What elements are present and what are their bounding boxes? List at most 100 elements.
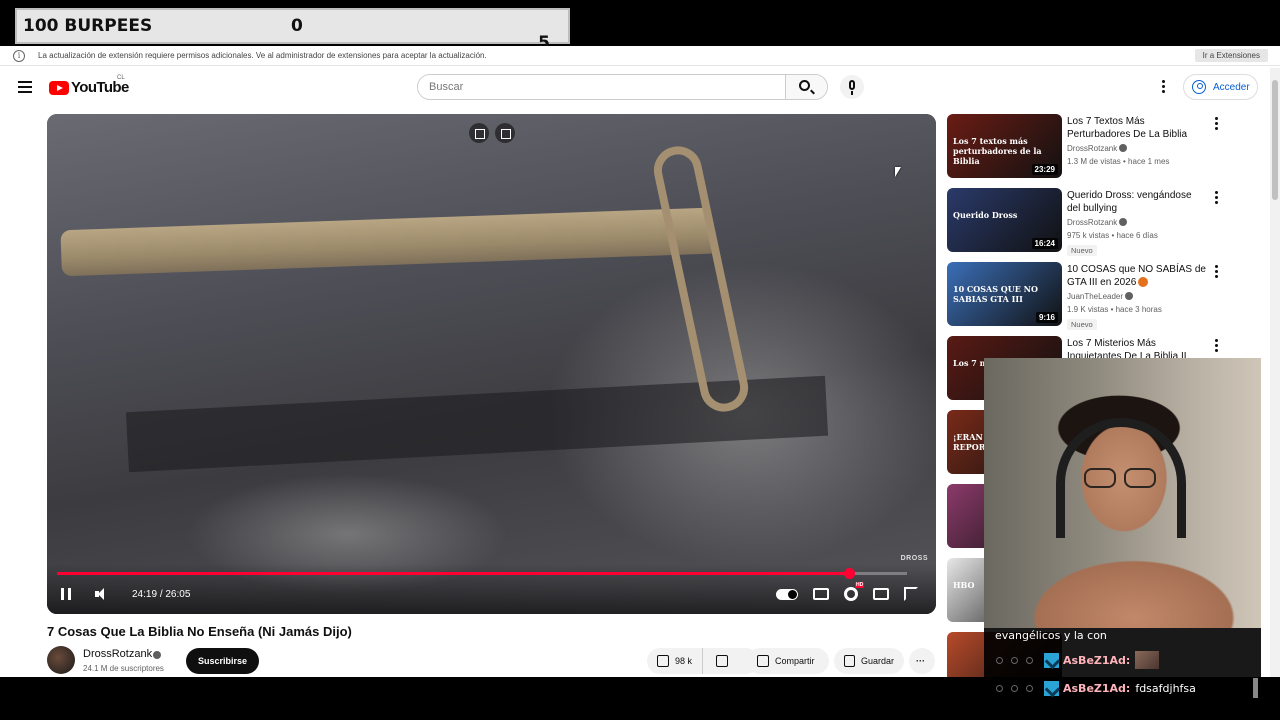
more-options-icon[interactable] [1215,117,1219,132]
related-video-item[interactable]: Querido Dross 16:24 Querido Dross: vengánd… [947,188,1227,262]
mod-delete-icon[interactable] [1026,656,1033,664]
related-video-item[interactable]: Los 7 textos más perturbadores de la Bib… [947,114,1227,188]
verified-icon [1119,144,1128,152]
related-video-meta: 1.3 M de vistas • hace 1 mes [1067,157,1170,166]
video-player[interactable]: DROSS 24:19 / 26:05 [47,114,936,614]
fullscreen-icon[interactable] [904,587,918,601]
progress-fill [57,572,850,575]
channel-row: DrossRotzank 24.1 M de suscriptores Susc… [47,646,937,677]
chat-username[interactable]: AsBeZ1Ad: [1063,682,1130,695]
related-video-title[interactable]: Los 7 Textos Más Perturbadores De La Bib… [1067,115,1207,141]
video-thumbnail[interactable]: Los 7 textos más perturbadores de la Bib… [947,114,1062,178]
menu-icon[interactable] [18,81,32,93]
search-button[interactable] [785,75,827,99]
more-actions-button[interactable]: ··· [909,648,935,674]
channel-watermark: DROSS [900,555,928,562]
mod-ban-icon[interactable] [1011,684,1018,692]
search-input[interactable] [418,75,786,99]
chat-username[interactable]: AsBeZ1Ad: [1063,654,1130,667]
more-options-icon[interactable] [1215,265,1219,280]
related-video-item[interactable]: 10 COSAS QUE NO SABIAS GTA III 9:16 10 COS… [947,262,1227,336]
related-video-channel[interactable]: DrossRotzank [1067,144,1128,153]
stream-canvas: 100 BURPEES 0 5 i La actualización de ex… [0,0,1280,720]
progress-bar[interactable] [57,568,907,579]
sign-in-button[interactable]: Acceder [1183,74,1258,100]
thumbs-down-icon [716,655,729,667]
burpee-counter-overlay: 100 BURPEES 0 5 [15,8,570,53]
time-separator: / [159,588,163,600]
video-duration: 16:24 [1031,238,1058,249]
chat-partial-line: evangélicos y la con [995,629,1107,642]
mod-delete-icon[interactable] [1026,684,1033,692]
like-button[interactable]: 98 k [647,648,704,674]
logo-text: YouTube [71,79,129,96]
channel-name: DrossRotzank [1067,144,1118,153]
verified-icon [1119,218,1128,226]
new-badge: Nuevo [1067,245,1097,256]
share-button[interactable]: Compartir [747,648,829,674]
go-to-extensions-button[interactable]: Ir a Extensiones [1194,49,1268,62]
settings-menu-icon[interactable] [1162,80,1166,94]
more-options-icon[interactable] [1215,339,1219,354]
sword-blade [60,207,712,277]
video-thumbnail[interactable]: 10 COSAS QUE NO SABIAS GTA III 9:16 [947,262,1062,326]
channel-name[interactable]: DrossRotzank [83,648,152,660]
player-top-icons [469,123,515,143]
new-badge: Nuevo [1067,319,1097,330]
progress-scrubber[interactable] [844,568,856,579]
extension-infobar: i La actualización de extensión requiere… [0,46,1280,66]
thumbnail-caption: Los 7 textos más perturbadores de la Bib… [953,136,1042,166]
more-options-icon[interactable] [1215,191,1219,206]
time-display: 24:19 / 26:05 [132,589,190,600]
channel-name: DrossRotzank [1067,218,1118,227]
related-video-channel[interactable]: DrossRotzank [1067,218,1128,227]
save-button[interactable]: Guardar [834,648,904,674]
video-thumbnail[interactable]: Querido Dross 16:24 [947,188,1062,252]
dislike-button[interactable] [703,655,741,667]
thumbnail-caption: Querido Dross [953,210,1018,220]
theater-mode-icon[interactable] [873,588,889,600]
stream-chat-overlay: evangélicos y la con AsBeZ1Ad: AsBeZ1Ad:… [984,628,1261,700]
glasses [1084,468,1162,488]
search-icon [799,80,810,91]
related-video-channel[interactable]: JuanTheLeader [1067,292,1134,301]
related-video-meta: 975 k vistas • hace 6 días [1067,231,1158,240]
youtube-logo[interactable]: YouTube CL [49,75,129,96]
video-frame [47,114,936,614]
save-label: Guardar [860,656,894,666]
prime-badge-icon [1044,680,1059,696]
related-video-title[interactable]: Querido Dross: vengándose del bullying [1067,189,1207,215]
chat-message: AsBeZ1Ad: fdsafdjhfsa [996,679,1196,697]
page-scrollbar[interactable] [1270,68,1280,677]
related-video-title[interactable]: 10 COSAS que NO SABÍAS de GTA III en 202… [1067,263,1207,289]
counter-current: 0 [291,16,303,36]
youtube-play-icon [49,80,69,95]
subscribe-button[interactable]: Suscribirse [186,648,260,674]
bookmark-icon [844,655,855,667]
mod-ban-icon[interactable] [1011,656,1018,664]
mouse-cursor-icon [895,167,901,177]
infobar-message: La actualización de extensión requiere p… [38,51,487,60]
mod-timeout-icon[interactable] [996,656,1003,664]
subscriber-count: 24.1 M de suscriptores [83,664,164,673]
subtitles-icon[interactable] [813,588,829,600]
miniplayer-icon[interactable] [469,123,489,143]
ambient-icon[interactable] [495,123,515,143]
pause-icon[interactable] [61,588,71,600]
scrollbar-thumb[interactable] [1272,80,1278,200]
search-box [417,74,828,100]
mod-timeout-icon[interactable] [996,684,1003,692]
channel-avatar[interactable] [47,646,75,674]
volume-icon[interactable] [95,588,107,600]
share-icon [757,655,769,667]
verified-icon [1125,292,1134,300]
video-duration: 23:29 [1031,164,1058,175]
youtube-header: YouTube CL Acceder [0,68,1270,108]
thumbs-up-icon [657,655,669,667]
like-count: 98 k [675,656,693,666]
settings-gear-icon[interactable] [844,582,865,601]
autoplay-toggle[interactable] [776,588,798,600]
channel-name: JuanTheLeader [1067,292,1124,301]
chat-scroll-handle[interactable] [1253,678,1258,698]
voice-search-icon[interactable] [840,75,864,99]
